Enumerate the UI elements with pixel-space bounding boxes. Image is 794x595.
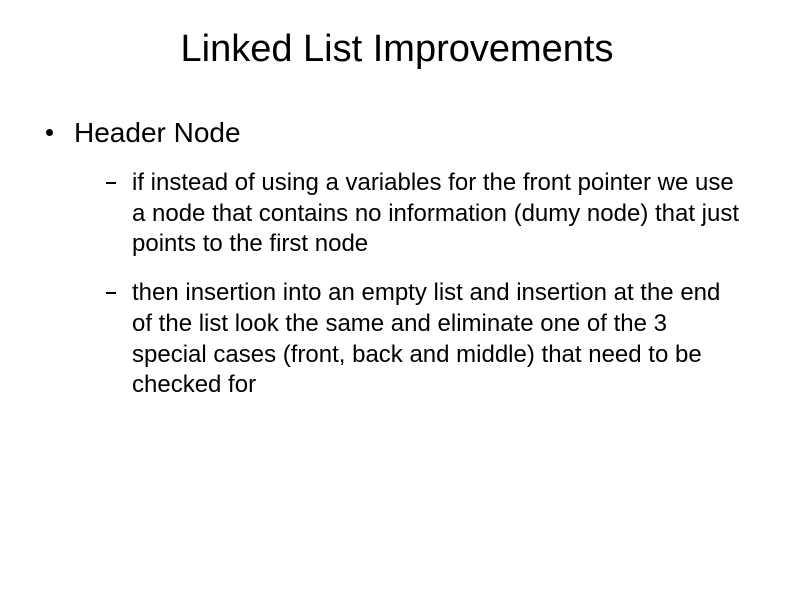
bullet-level2-item: if instead of using a variables for the … — [102, 168, 744, 260]
bullet-level2-text: then insertion into an empty list and in… — [132, 279, 720, 398]
bullet-level1-text: Header Node — [74, 117, 241, 148]
bullet-level1-item: Header Node if instead of using a variab… — [40, 115, 744, 401]
slide: Linked List Improvements Header Node if … — [0, 0, 794, 595]
bullet-list-level1: Header Node if instead of using a variab… — [40, 115, 744, 401]
bullet-level2-text: if instead of using a variables for the … — [132, 169, 739, 257]
slide-content: Header Node if instead of using a variab… — [0, 115, 794, 401]
slide-title: Linked List Improvements — [0, 0, 794, 91]
bullet-list-level2: if instead of using a variables for the … — [74, 168, 744, 401]
bullet-level2-item: then insertion into an empty list and in… — [102, 278, 744, 401]
